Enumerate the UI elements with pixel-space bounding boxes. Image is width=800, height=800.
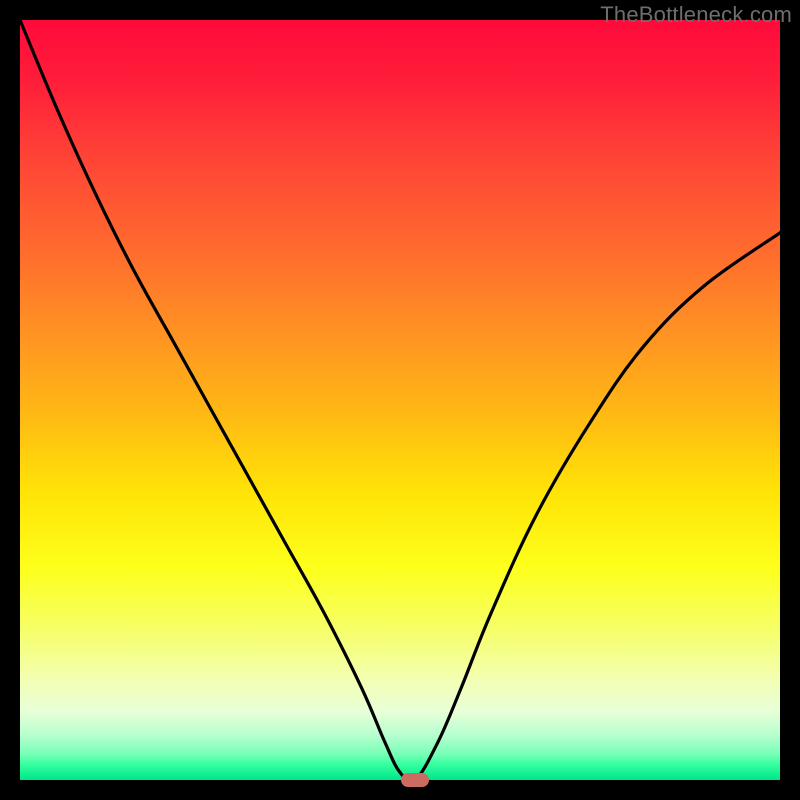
watermark-text: TheBottleneck.com: [600, 2, 792, 28]
curve-path: [20, 20, 780, 780]
plot-area: [20, 20, 780, 780]
chart-container: TheBottleneck.com: [0, 0, 800, 800]
minimum-marker: [401, 773, 429, 787]
bottleneck-curve: [20, 20, 780, 780]
